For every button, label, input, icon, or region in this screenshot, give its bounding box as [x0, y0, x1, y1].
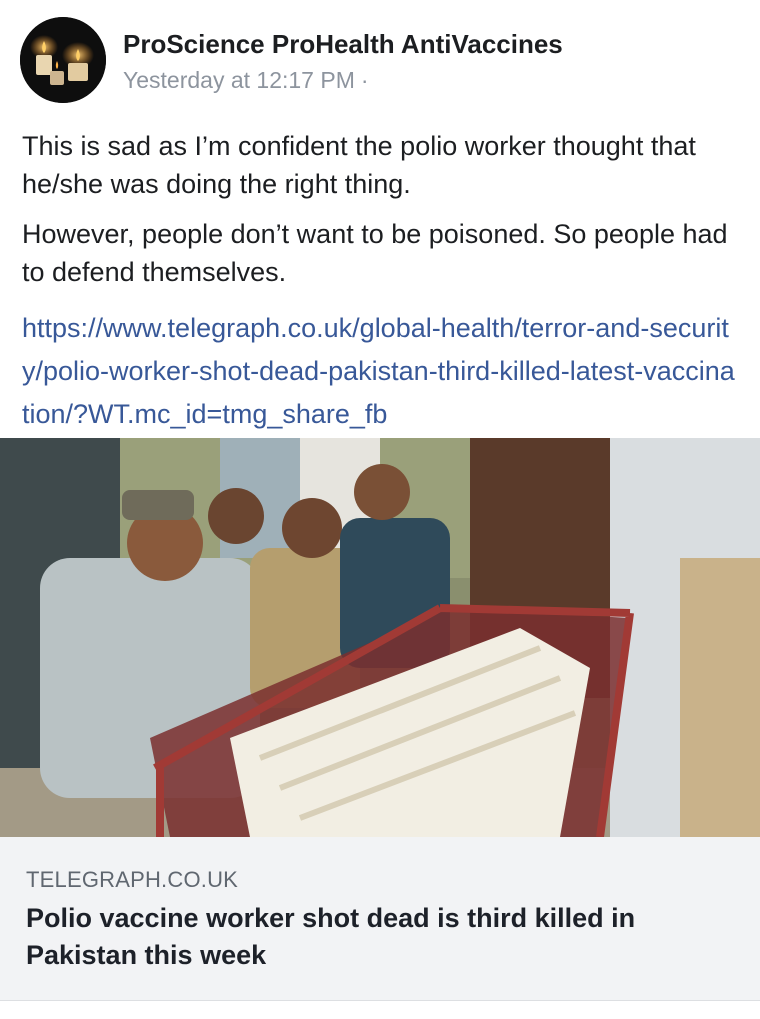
preview-photo-illustration	[0, 438, 760, 837]
preview-domain: TELEGRAPH.CO.UK	[26, 867, 239, 892]
page-avatar[interactable]	[20, 17, 106, 103]
preview-image[interactable]	[0, 438, 760, 837]
candles-icon	[20, 17, 106, 103]
post-header: ProScience ProHealth AntiVaccines Yester…	[20, 17, 740, 107]
post-meta: Yesterday at 12:17 PM ·	[123, 67, 369, 94]
page-name[interactable]: ProScience ProHealth AntiVaccines	[123, 29, 563, 60]
preview-caption: TELEGRAPH.CO.UK Polio vaccine worker sho…	[0, 837, 760, 1000]
post-paragraph: This is sad as I’m confident the polio w…	[22, 131, 696, 199]
post-text: This is sad as I’m confident the polio w…	[22, 127, 742, 303]
link-preview-card[interactable]: TELEGRAPH.CO.UK Polio vaccine worker sho…	[0, 438, 760, 1001]
preview-title[interactable]: Polio vaccine worker shot dead is third …	[26, 900, 716, 974]
post-timestamp[interactable]: Yesterday at 12:17 PM	[123, 67, 355, 93]
post-paragraph: However, people don’t want to be poisone…	[22, 219, 728, 287]
meta-separator: ·	[360, 67, 369, 93]
post-link[interactable]: https://www.telegraph.co.uk/global-healt…	[22, 307, 742, 436]
